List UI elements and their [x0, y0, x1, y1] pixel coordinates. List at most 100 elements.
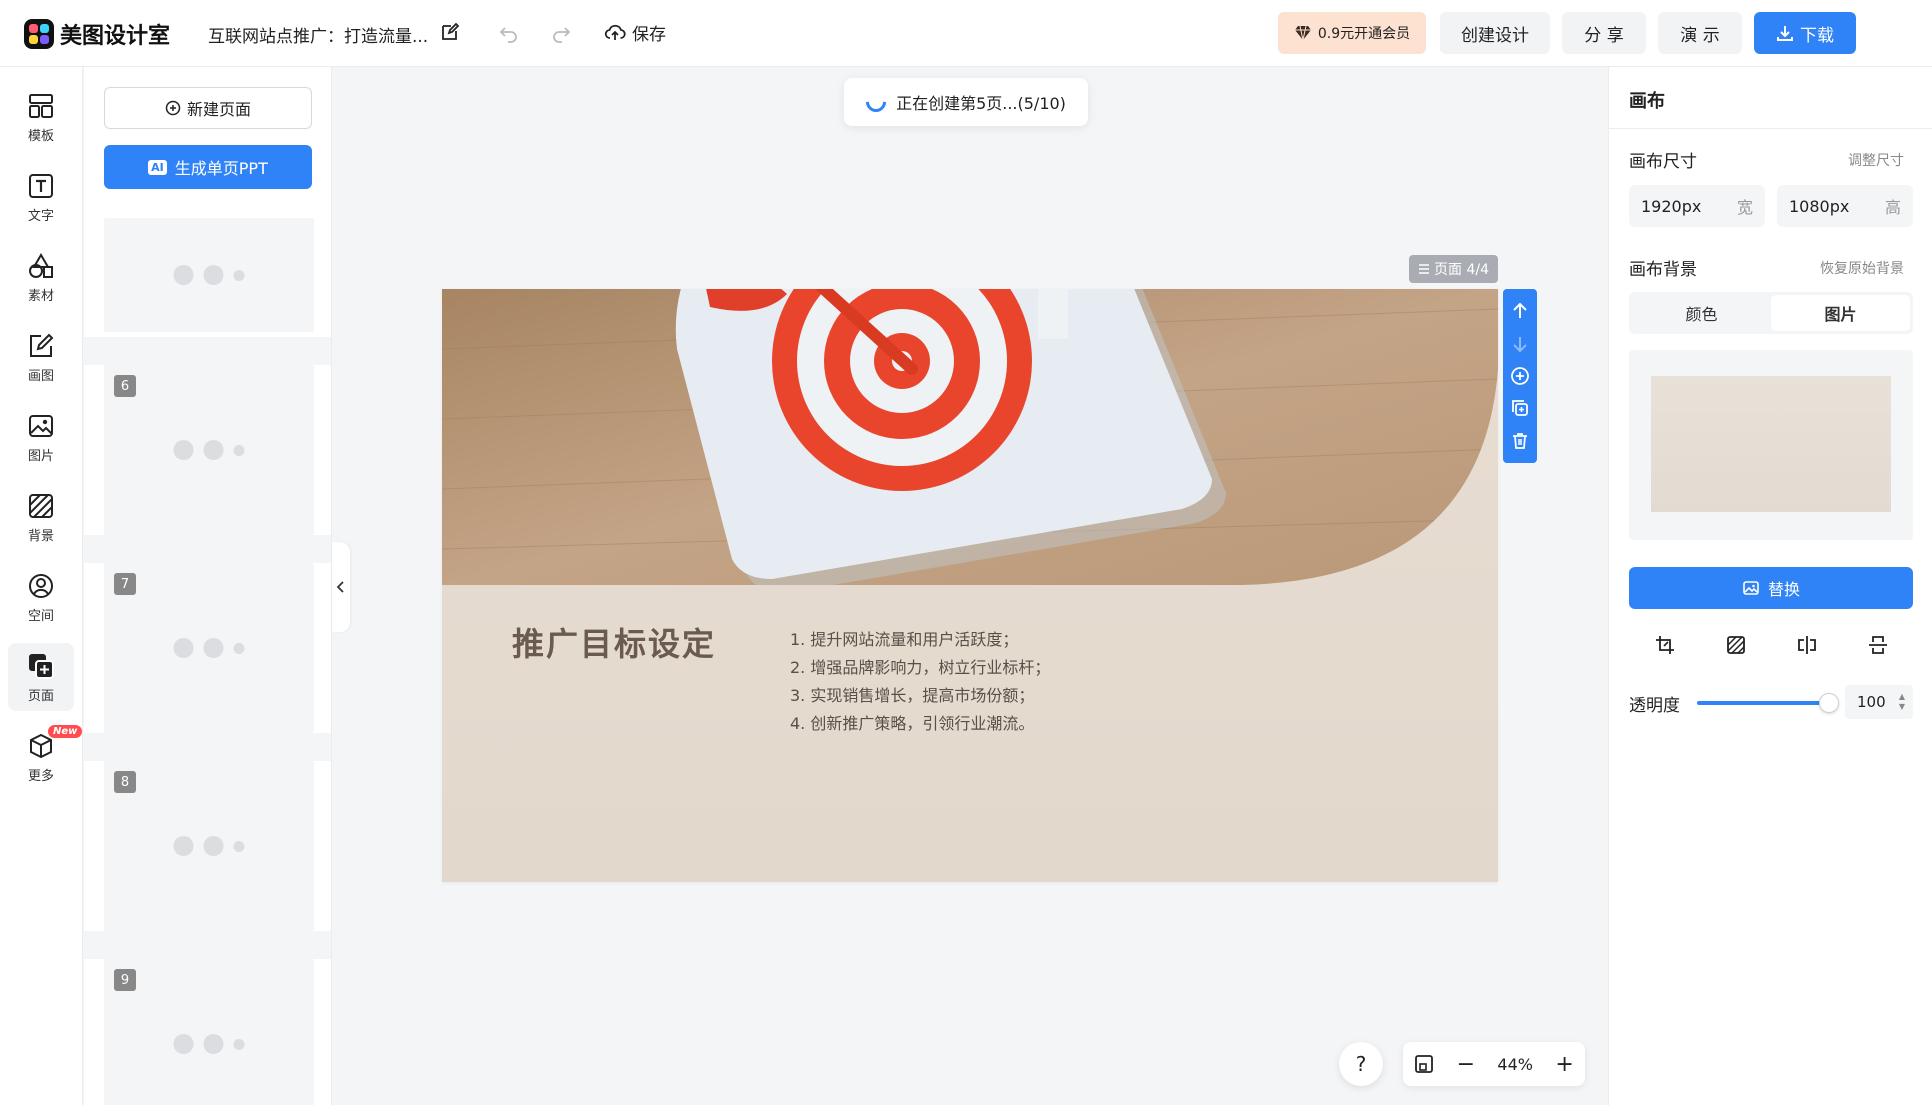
rail-label: 图片 [27, 448, 54, 464]
thumbnail-separator [84, 337, 331, 365]
loading-dots [173, 638, 245, 658]
page-thumbnail[interactable]: 7 [104, 563, 314, 733]
opacity-slider[interactable] [1697, 701, 1825, 705]
download-button[interactable]: 下载 [1754, 12, 1856, 54]
flip-vertical-icon[interactable] [1867, 634, 1889, 656]
creation-status: 正在创建第5页...(5/10) [844, 78, 1088, 126]
bg-preview[interactable] [1629, 350, 1913, 540]
rail-item-space[interactable]: 空间 [8, 563, 74, 631]
rail-item-draw[interactable]: 画图 [8, 323, 74, 391]
slide-title[interactable]: 推广目标设定 [512, 619, 716, 665]
rail-item-material[interactable]: 素材 [8, 243, 74, 311]
add-page-icon[interactable] [1510, 366, 1530, 386]
opacity-input[interactable]: 100 ▲ ▼ [1845, 685, 1913, 719]
width-value: 1920px [1641, 196, 1702, 216]
new-page-button[interactable]: 新建页面 [104, 87, 312, 129]
top-bar: 美图设计室 互联网站点推广：打造流量... 保存 0.9元开通会员 创建设计 分… [0, 0, 1932, 67]
create-design-button[interactable]: 创建设计 [1440, 12, 1550, 54]
properties-panel: 画布 画布尺寸 调整尺寸 1920px 宽 1080px 高 画布背景 恢复原始… [1608, 67, 1932, 1105]
rail-item-pages[interactable]: 页面 [8, 643, 74, 711]
spinner-icon [861, 87, 891, 117]
help-button[interactable]: ? [1339, 1042, 1383, 1086]
height-value: 1080px [1789, 196, 1850, 216]
canvas-size-label: 画布尺寸 [1629, 152, 1697, 172]
move-up-icon[interactable] [1510, 301, 1530, 321]
crop-icon[interactable] [1654, 634, 1676, 656]
present-button[interactable]: 演 示 [1658, 12, 1742, 54]
width-field[interactable]: 1920px 宽 [1629, 185, 1765, 227]
opacity-slider-handle[interactable] [1819, 693, 1839, 713]
redo-icon[interactable] [550, 22, 572, 44]
height-field[interactable]: 1080px 高 [1777, 185, 1913, 227]
restore-bg-link[interactable]: 恢复原始背景 [1820, 258, 1904, 278]
height-unit: 高 [1884, 198, 1901, 217]
rail-item-more[interactable]: 更多 New [8, 723, 83, 791]
canvas-bg-label: 画布背景 [1629, 260, 1697, 280]
stepper-icon[interactable]: ▲ ▼ [1899, 692, 1905, 712]
duplicate-page-icon[interactable] [1510, 398, 1530, 418]
pages-panel: 新建页面 AI 生成单页PPT 6 7 8 9 [84, 67, 332, 1105]
flip-horizontal-icon[interactable] [1796, 634, 1818, 656]
image-icon [1743, 581, 1759, 595]
page-thumbnail[interactable]: 9 [104, 959, 314, 1105]
texture-icon[interactable] [1725, 634, 1747, 656]
user-space-icon [29, 573, 53, 598]
slide-bullet: 4. 创新推广策略，引领行业潮流。 [790, 714, 1035, 733]
page-number: 9 [114, 969, 136, 991]
background-icon [29, 493, 53, 518]
thumbnail-separator [84, 733, 331, 761]
vip-button[interactable]: 0.9元开通会员 [1278, 12, 1426, 54]
pages-icon [29, 653, 54, 679]
bg-type-toggle: 颜色 图片 [1629, 292, 1913, 334]
collapse-panel-handle[interactable] [332, 542, 350, 632]
resize-link[interactable]: 调整尺寸 [1848, 150, 1904, 170]
undo-icon[interactable] [498, 22, 520, 44]
slide-bullet: 2. 增强品牌影响力，树立行业标杆； [790, 658, 1051, 677]
fit-screen-icon[interactable] [1414, 1054, 1434, 1074]
slide-bullet-list[interactable]: 1. 提升网站流量和用户活跃度； 2. 增强品牌影响力，树立行业标杆； 3. 实… [790, 626, 1050, 738]
page-thumbnail[interactable]: 8 [104, 761, 314, 931]
rail-item-image[interactable]: 图片 [8, 403, 74, 471]
save-button[interactable]: 保存 [604, 20, 666, 45]
edit-icon[interactable] [440, 22, 460, 42]
replace-label: 替换 [1767, 580, 1800, 599]
rail-label: 文字 [27, 208, 54, 224]
target-photo [442, 289, 1498, 585]
thumbnail-separator [84, 535, 331, 563]
rail-item-background[interactable]: 背景 [8, 483, 74, 551]
slide-canvas[interactable]: 推广目标设定 1. 提升网站流量和用户活跃度； 2. 增强品牌影响力，树立行业标… [442, 289, 1498, 882]
width-unit: 宽 [1736, 198, 1753, 217]
page-thumbnail[interactable] [104, 218, 314, 332]
page-tag[interactable]: 页面 4/4 [1409, 255, 1498, 283]
slide-bullet: 1. 提升网站流量和用户活跃度； [790, 630, 1019, 649]
slide-bullet: 3. 实现销售增长，提高市场份额； [790, 686, 1035, 705]
delete-page-icon[interactable] [1510, 431, 1530, 451]
logo[interactable]: 美图设计室 [24, 18, 170, 50]
zoom-level: 44% [1497, 1054, 1533, 1074]
rail-item-text[interactable]: 文字 [8, 163, 74, 231]
move-down-icon[interactable] [1510, 334, 1530, 354]
download-label: 下载 [1800, 25, 1834, 46]
download-icon [1777, 26, 1793, 41]
thumbnail-separator [84, 931, 331, 959]
replace-button[interactable]: 替换 [1629, 567, 1913, 609]
zoom-out-button[interactable]: − [1457, 1052, 1475, 1077]
tab-image[interactable]: 图片 [1771, 295, 1910, 331]
chevron-left-icon [336, 581, 344, 593]
share-button[interactable]: 分 享 [1562, 12, 1646, 54]
tab-color[interactable]: 颜色 [1632, 295, 1771, 331]
rail-label: 模板 [27, 128, 54, 144]
generate-ppt-button[interactable]: AI 生成单页PPT [104, 145, 312, 189]
shapes-icon [29, 252, 53, 278]
generate-label: 生成单页PPT [174, 159, 268, 178]
save-label: 保存 [632, 25, 666, 45]
list-icon [1419, 264, 1429, 274]
document-title[interactable]: 互联网站点推广：打造流量... [208, 22, 428, 47]
zoom-bar: − 44% + [1403, 1042, 1585, 1086]
page-thumbnail[interactable]: 6 [104, 365, 314, 535]
text-icon [29, 173, 53, 198]
cloud-save-icon [604, 24, 626, 40]
rail-item-template[interactable]: 模板 [8, 83, 74, 151]
draw-icon [30, 333, 54, 357]
zoom-in-button[interactable]: + [1555, 1052, 1573, 1077]
